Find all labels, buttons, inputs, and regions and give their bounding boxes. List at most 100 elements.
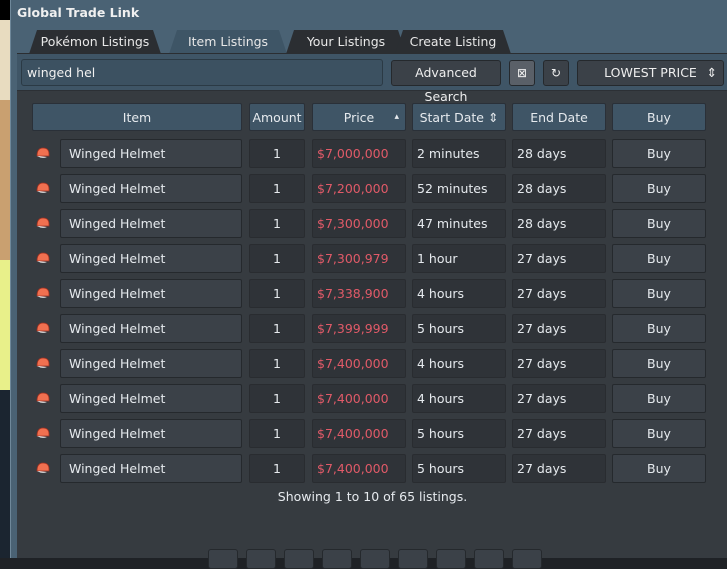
buy-button[interactable]: Buy (612, 139, 706, 168)
amount-cell: 1 (249, 349, 305, 378)
header-buy: Buy (612, 103, 706, 131)
header-start-label: Start Date (419, 110, 484, 125)
pagination-button[interactable] (512, 549, 542, 569)
item-name-button[interactable]: Winged Helmet (60, 209, 242, 238)
end-date-cell: 27 days (512, 279, 606, 308)
end-date-cell: 27 days (512, 419, 606, 448)
header-end-date[interactable]: End Date (512, 103, 606, 131)
item-name-button[interactable]: Winged Helmet (60, 174, 242, 203)
end-date-cell: 27 days (512, 244, 606, 273)
pagination-button[interactable] (398, 549, 428, 569)
start-date-cell: 4 hours (412, 279, 506, 308)
header-start-date[interactable]: Start Date ⇕ (412, 103, 506, 131)
listings-panel: winged hel Advanced Search ⊠ ↻ LOWEST PR… (17, 53, 727, 569)
sort-value: LOWEST PRICE (604, 65, 697, 80)
pagination-button[interactable] (322, 549, 352, 569)
amount-cell: 1 (249, 139, 305, 168)
price-cell: $7,400,000 (312, 384, 406, 413)
price-cell: $7,338,900 (312, 279, 406, 308)
item-name-button[interactable]: Winged Helmet (60, 139, 242, 168)
price-cell: $7,200,000 (312, 174, 406, 203)
winged-helmet-icon (36, 462, 50, 473)
buy-button[interactable]: Buy (612, 419, 706, 448)
clear-icon[interactable]: ⊠ (509, 60, 535, 86)
start-date-cell: 5 hours (412, 419, 506, 448)
sort-select[interactable]: LOWEST PRICE ⇕ (577, 60, 724, 86)
pagination-button[interactable] (284, 549, 314, 569)
end-date-cell: 27 days (512, 454, 606, 483)
buy-button[interactable]: Buy (612, 209, 706, 238)
end-date-cell: 28 days (512, 139, 606, 168)
buy-button[interactable]: Buy (612, 244, 706, 273)
item-name-button[interactable]: Winged Helmet (60, 419, 242, 448)
item-name-button[interactable]: Winged Helmet (60, 349, 242, 378)
buy-button[interactable]: Buy (612, 454, 706, 483)
winged-helmet-icon (36, 182, 50, 193)
item-name-button[interactable]: Winged Helmet (60, 279, 242, 308)
price-cell: $7,000,000 (312, 139, 406, 168)
winged-helmet-icon (36, 392, 50, 403)
start-date-cell: 2 minutes (412, 139, 506, 168)
winged-helmet-icon (36, 287, 50, 298)
item-name-button[interactable]: Winged Helmet (60, 244, 242, 273)
tab-your-listings[interactable]: Your Listings (286, 30, 406, 54)
price-cell: $7,300,000 (312, 209, 406, 238)
sort-arrows-icon: ⇕ (706, 65, 717, 80)
start-date-cell: 1 hour (412, 244, 506, 273)
search-bar: winged hel Advanced Search ⊠ ↻ LOWEST PR… (17, 54, 727, 104)
price-cell: $7,400,000 (312, 419, 406, 448)
start-date-cell: 4 hours (412, 384, 506, 413)
winged-helmet-icon (36, 252, 50, 263)
item-name-button[interactable]: Winged Helmet (60, 314, 242, 343)
search-input[interactable]: winged hel (21, 59, 383, 86)
amount-cell: 1 (249, 454, 305, 483)
sort-asc-icon: ▴ (394, 112, 399, 122)
buy-button[interactable]: Buy (612, 174, 706, 203)
pagination-button[interactable] (474, 549, 504, 569)
price-cell: $7,400,000 (312, 349, 406, 378)
advanced-search-button[interactable]: Advanced Search (391, 60, 501, 104)
end-date-cell: 27 days (512, 314, 606, 343)
pagination-button[interactable] (436, 549, 466, 569)
amount-cell: 1 (249, 244, 305, 273)
price-cell: $7,300,979 (312, 244, 406, 273)
start-date-cell: 4 hours (412, 349, 506, 378)
tab-item-listings[interactable]: Item Listings (169, 30, 287, 54)
pagination-button[interactable] (208, 549, 238, 569)
header-item[interactable]: Item (32, 103, 242, 131)
start-date-cell: 5 hours (412, 314, 506, 343)
end-date-cell: 28 days (512, 174, 606, 203)
item-name-button[interactable]: Winged Helmet (60, 384, 242, 413)
winged-helmet-icon (36, 147, 50, 158)
sort-arrows-icon: ⇕ (487, 110, 499, 125)
price-cell: $7,400,000 (312, 454, 406, 483)
buy-button[interactable]: Buy (612, 314, 706, 343)
buy-button[interactable]: Buy (612, 349, 706, 378)
amount-cell: 1 (249, 174, 305, 203)
end-date-cell: 27 days (512, 384, 606, 413)
pagination-button[interactable] (360, 549, 390, 569)
amount-cell: 1 (249, 384, 305, 413)
window-title: Global Trade Link (17, 5, 140, 20)
header-price[interactable]: Price ▴ (312, 103, 406, 131)
buy-button[interactable]: Buy (612, 279, 706, 308)
tab-pokemon-listings[interactable]: Pokémon Listings (29, 30, 161, 54)
amount-cell: 1 (249, 209, 305, 238)
pagination-button[interactable] (246, 549, 276, 569)
item-name-button[interactable]: Winged Helmet (60, 454, 242, 483)
header-amount[interactable]: Amount (249, 103, 305, 131)
end-date-cell: 27 days (512, 349, 606, 378)
background-game-scene (0, 0, 10, 558)
winged-helmet-icon (36, 357, 50, 368)
listing-count-status: Showing 1 to 10 of 65 listings. (277, 489, 468, 504)
gtl-window: Global Trade Link Pokémon Listings Item … (10, 0, 727, 569)
tab-create-listing[interactable]: Create Listing (395, 30, 511, 54)
refresh-icon[interactable]: ↻ (543, 60, 569, 86)
winged-helmet-icon (36, 322, 50, 333)
amount-cell: 1 (249, 314, 305, 343)
start-date-cell: 47 minutes (412, 209, 506, 238)
winged-helmet-icon (36, 217, 50, 228)
end-date-cell: 28 days (512, 209, 606, 238)
header-price-label: Price (343, 110, 375, 125)
buy-button[interactable]: Buy (612, 384, 706, 413)
